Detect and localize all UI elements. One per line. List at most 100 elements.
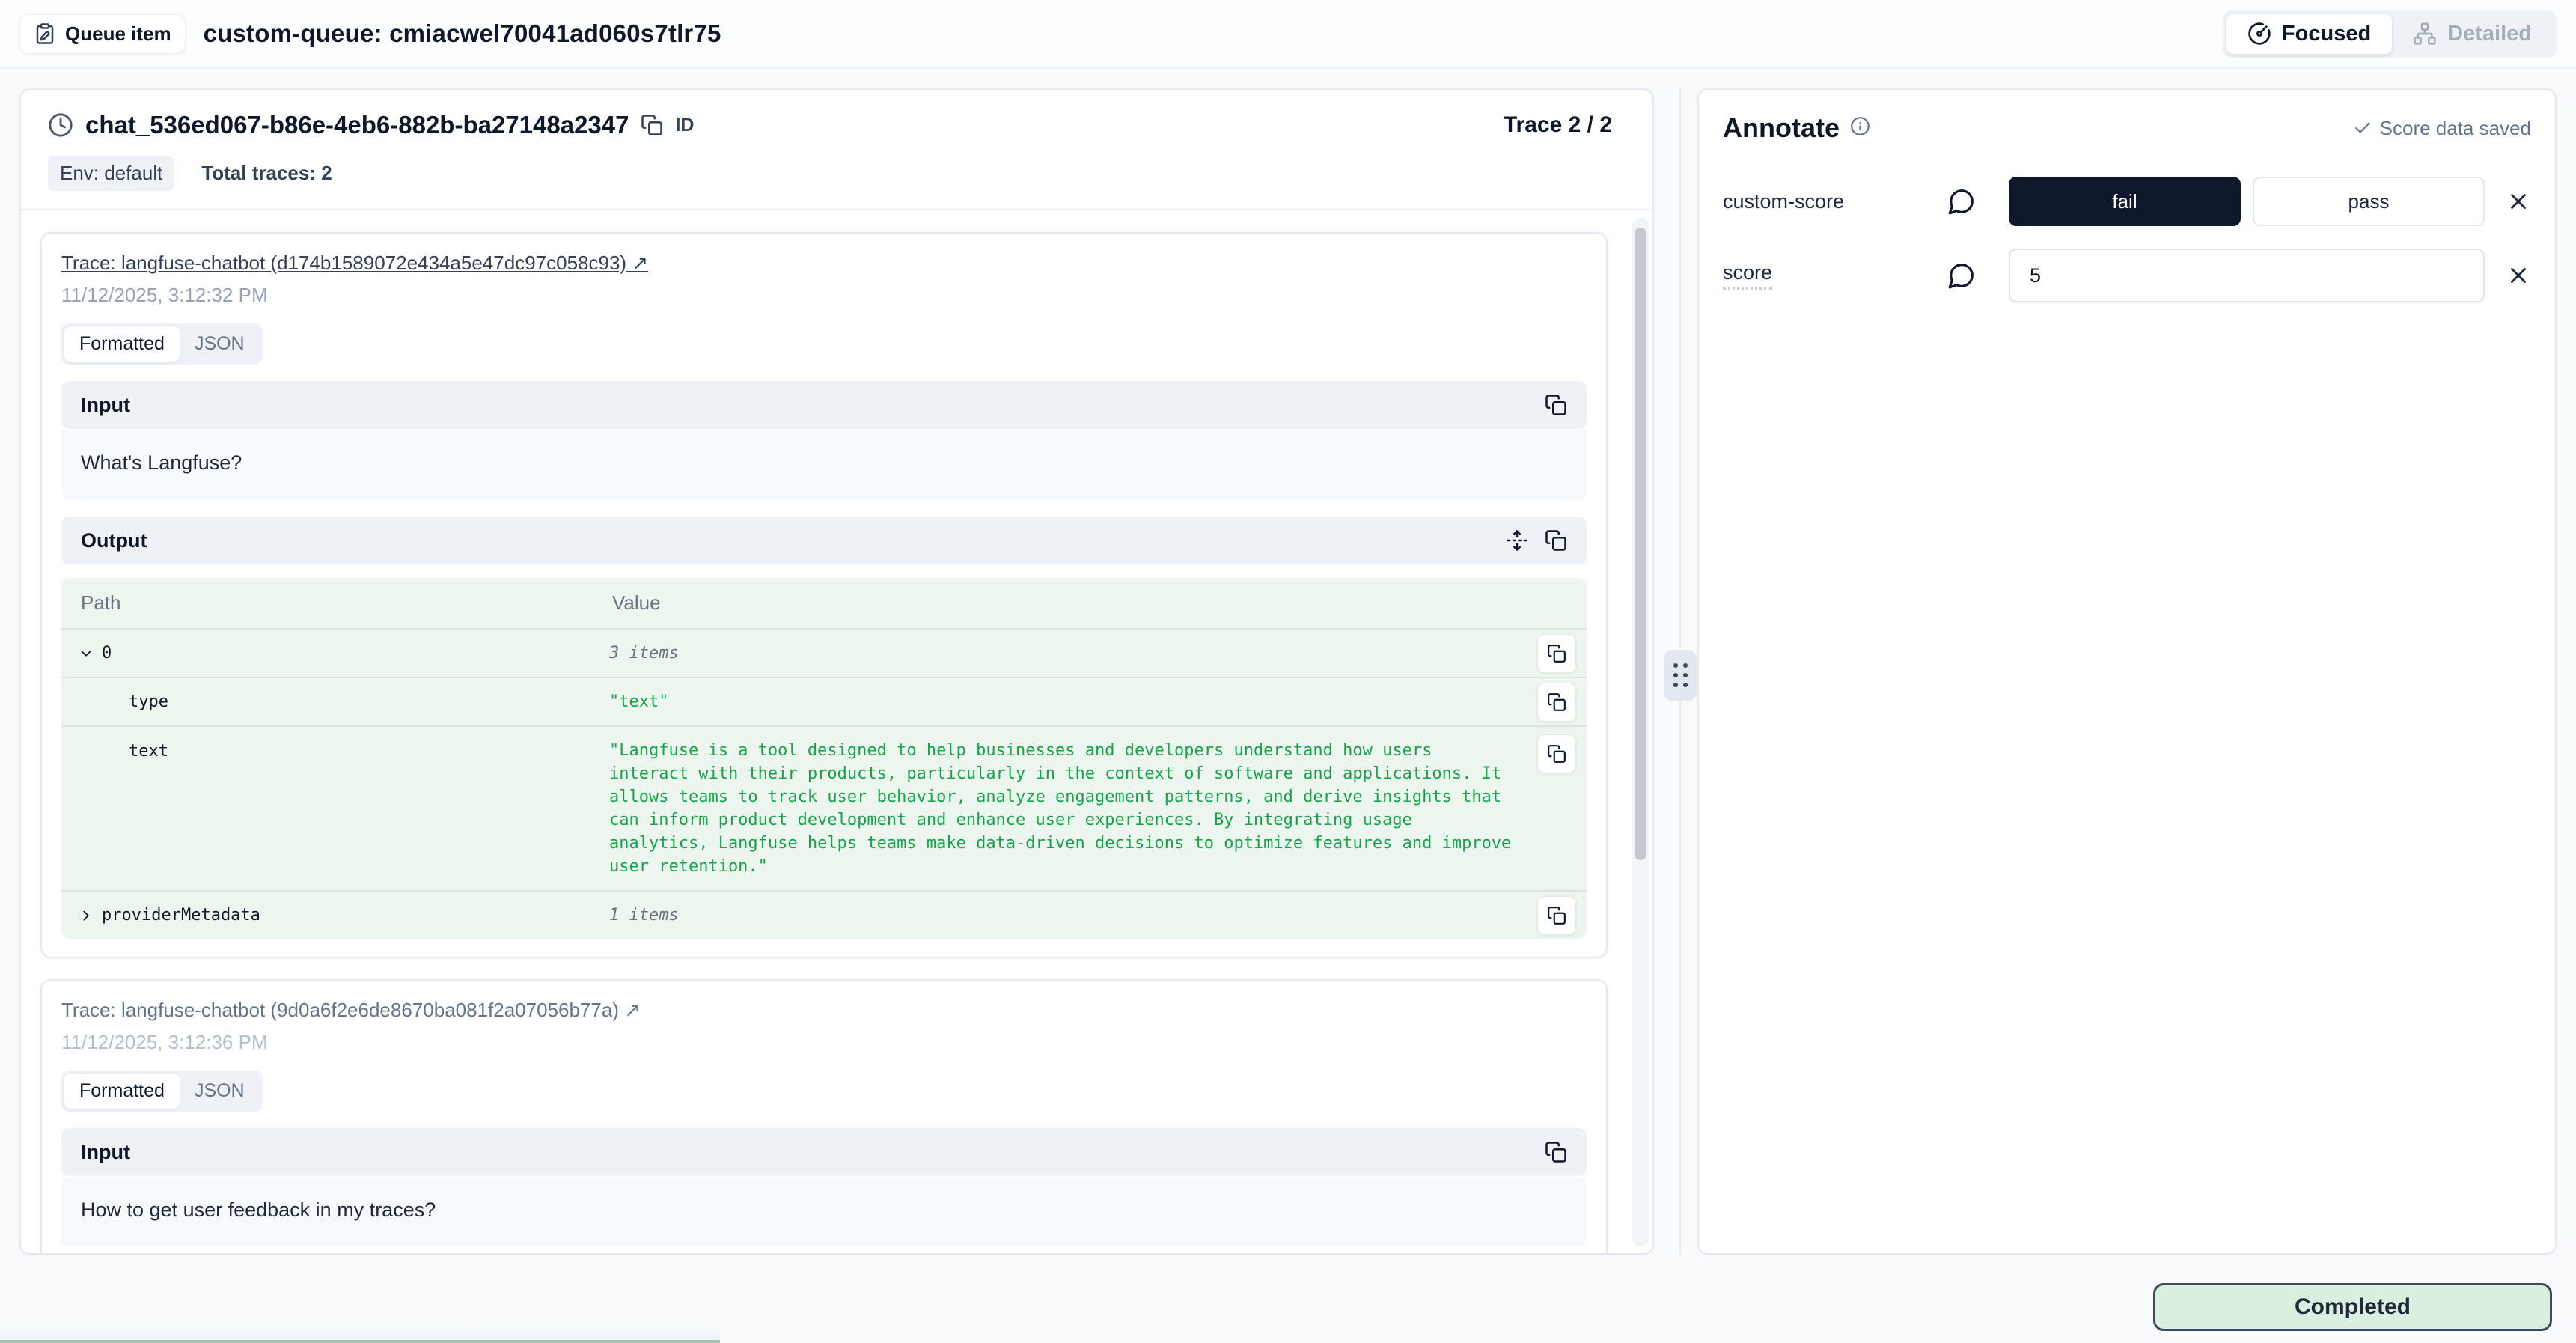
- trace-counter: Trace 2 / 2: [1504, 112, 1623, 138]
- copy-icon: [1545, 394, 1567, 416]
- copy-id-button[interactable]: [641, 114, 663, 136]
- delete-score-button[interactable]: [2506, 189, 2531, 214]
- chevron-right-icon: [78, 907, 94, 924]
- row-value: "text": [609, 690, 1519, 713]
- custom-score-label: custom-score: [1723, 190, 1947, 213]
- copy-icon: [1545, 1141, 1567, 1163]
- focused-view-label: Focused: [2282, 22, 2371, 46]
- input-label-1: Input: [81, 394, 130, 417]
- tab-formatted-2[interactable]: Formatted: [64, 1074, 180, 1109]
- trace-card-1: Trace: langfuse-chatbot (d174b1589072e43…: [40, 232, 1608, 958]
- copy-icon: [1547, 744, 1566, 764]
- left-panel-scrollbar-track[interactable]: [1632, 217, 1649, 1247]
- copy-icon: [1547, 644, 1566, 663]
- copy-row-button[interactable]: [1537, 683, 1576, 722]
- row-path: 0: [102, 644, 112, 663]
- row-value: 1 items: [609, 904, 1519, 927]
- tab-json-1[interactable]: JSON: [180, 326, 260, 362]
- output-label-1: Output: [81, 529, 147, 552]
- fail-option-button[interactable]: fail: [2009, 177, 2241, 226]
- annotate-title: Annotate: [1723, 112, 1840, 144]
- panel-resize-handle[interactable]: [1664, 650, 1697, 701]
- trace-link-2-text: Trace: langfuse-chatbot (9d0a6f2e6de8670…: [61, 999, 619, 1021]
- trace-link-2[interactable]: Trace: langfuse-chatbot (9d0a6f2e6de8670…: [61, 999, 641, 1022]
- detailed-view-button[interactable]: Detailed: [2392, 14, 2553, 54]
- row-path: providerMetadata: [102, 906, 260, 925]
- x-icon: [2506, 189, 2531, 214]
- row-path-cell: type: [78, 692, 609, 711]
- annotate-panel: Annotate Score data saved custom-score: [1697, 88, 2557, 1255]
- numeric-score-row: score: [1723, 249, 2531, 302]
- completed-button[interactable]: Completed: [2153, 1283, 2552, 1331]
- detailed-view-label: Detailed: [2447, 22, 2532, 46]
- row-path: text: [129, 742, 168, 761]
- copy-row-button[interactable]: [1537, 634, 1576, 673]
- copy-icon: [1547, 906, 1566, 925]
- external-link-icon: ↗: [624, 999, 641, 1021]
- comment-button[interactable]: [1947, 187, 1976, 216]
- traces-panel: chat_536ed067-b86e-4eb6-882b-ba27148a234…: [19, 88, 1654, 1255]
- save-status: Score data saved: [2353, 117, 2531, 140]
- x-icon: [2506, 263, 2531, 288]
- trace-link-1-text: Trace: langfuse-chatbot (d174b1589072e43…: [61, 252, 626, 274]
- comment-button[interactable]: [1947, 261, 1976, 290]
- table-row: 0 3 items: [61, 630, 1587, 678]
- format-tabs-1: Formatted JSON: [61, 323, 263, 365]
- expand-row-0[interactable]: 0: [78, 644, 609, 663]
- row-path-cell: text: [78, 739, 609, 761]
- tree-view-icon: [2413, 22, 2437, 46]
- env-badge: Env: default: [48, 156, 174, 191]
- check-icon: [2353, 118, 2372, 138]
- queue-item-title: chat_536ed067-b86e-4eb6-882b-ba27148a234…: [85, 111, 629, 139]
- info-icon[interactable]: [1850, 116, 1870, 140]
- focused-view-button[interactable]: Focused: [2226, 14, 2392, 54]
- traces-scroll-area: Trace: langfuse-chatbot (d174b1589072e43…: [21, 213, 1627, 1253]
- clock-icon: [48, 112, 73, 138]
- left-panel-scrollbar-thumb[interactable]: [1635, 228, 1646, 860]
- value-column-header: Value: [612, 591, 1567, 615]
- comment-bubble-icon: [1947, 187, 1976, 216]
- input-content-1: What's Langfuse?: [61, 430, 1587, 500]
- input-content-2: How to get user feedback in my traces?: [61, 1178, 1587, 1247]
- row-value: "Langfuse is a tool designed to help bus…: [609, 739, 1519, 878]
- trace-timestamp-1: 11/12/2025, 3:12:32 PM: [61, 284, 1587, 307]
- gauge-icon: [2247, 22, 2271, 46]
- queue-item-page: Queue item custom-queue: cmiacwel70041ad…: [0, 0, 2576, 1343]
- queue-item-badge: Queue item: [19, 14, 186, 54]
- copy-row-button[interactable]: [1537, 896, 1576, 935]
- expand-output-button-1[interactable]: [1506, 529, 1528, 552]
- delete-score-button[interactable]: [2506, 263, 2531, 288]
- copy-input-button-1[interactable]: [1545, 394, 1567, 416]
- chevron-down-icon: [78, 645, 94, 662]
- trace-link-1[interactable]: Trace: langfuse-chatbot (d174b1589072e43…: [61, 252, 648, 275]
- top-bar: Queue item custom-queue: cmiacwel70041ad…: [0, 0, 2576, 69]
- view-mode-toggle: Focused Detailed: [2223, 10, 2557, 58]
- output-json-table-1: Path Value 0 3 items: [61, 578, 1587, 939]
- copy-icon: [1547, 692, 1566, 712]
- comment-bubble-icon: [1947, 261, 1976, 290]
- tab-formatted-1[interactable]: Formatted: [64, 326, 180, 362]
- score-value-input[interactable]: [2009, 249, 2485, 302]
- pass-option-button[interactable]: pass: [2253, 177, 2485, 226]
- expand-row-providerMetadata[interactable]: providerMetadata: [78, 906, 609, 925]
- copy-input-button-2[interactable]: [1545, 1141, 1567, 1163]
- path-column-header: Path: [81, 591, 612, 615]
- format-tabs-2: Formatted JSON: [61, 1071, 263, 1112]
- external-link-icon: ↗: [632, 252, 648, 274]
- bottom-toast-edge: [0, 1324, 720, 1343]
- table-row: text "Langfuse is a tool designed to hel…: [61, 727, 1587, 892]
- copy-output-button-1[interactable]: [1545, 529, 1567, 552]
- row-path: type: [129, 692, 168, 711]
- row-value: 3 items: [609, 642, 1519, 665]
- table-row: providerMetadata 1 items: [61, 892, 1587, 939]
- copy-row-button[interactable]: [1537, 734, 1576, 773]
- score-label: score: [1723, 261, 1947, 290]
- save-status-text: Score data saved: [2380, 117, 2531, 140]
- id-label: ID: [675, 115, 694, 136]
- queue-item-badge-label: Queue item: [65, 22, 171, 46]
- trace-card-2: Trace: langfuse-chatbot (9d0a6f2e6de8670…: [40, 979, 1608, 1253]
- input-section-header-1: Input: [61, 381, 1587, 429]
- traces-panel-header: chat_536ed067-b86e-4eb6-882b-ba27148a234…: [21, 90, 1652, 210]
- tab-json-2[interactable]: JSON: [180, 1074, 260, 1109]
- custom-score-row: custom-score fail pass: [1723, 177, 2531, 226]
